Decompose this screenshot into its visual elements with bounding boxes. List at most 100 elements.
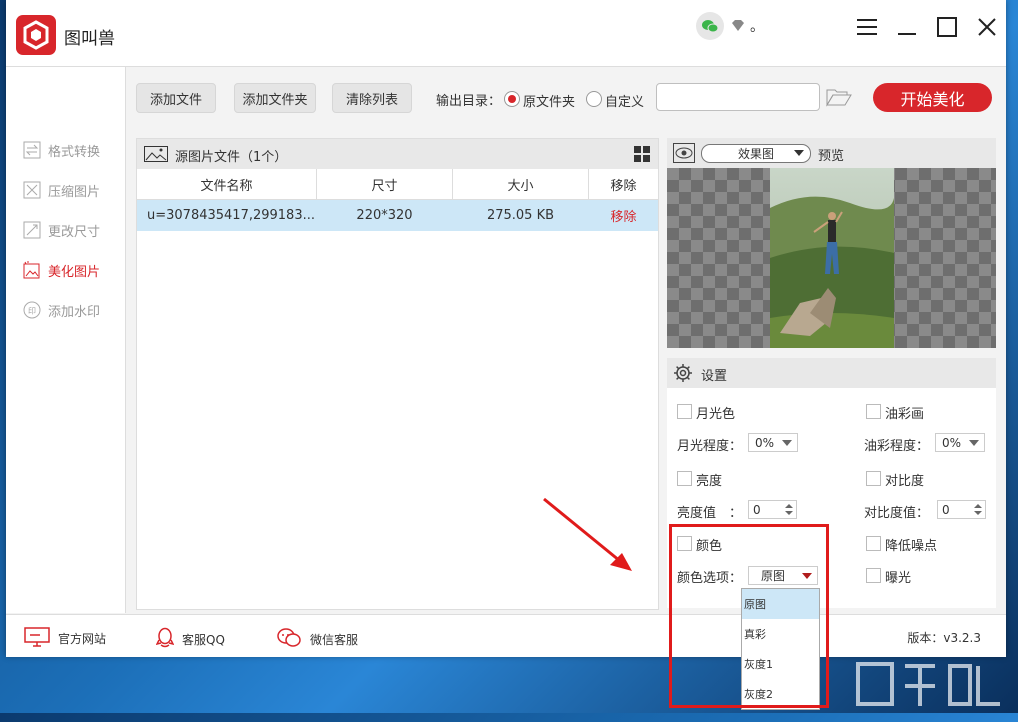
column-header-dimensions[interactable]: 尺寸 xyxy=(317,169,453,200)
sidebar-item-watermark[interactable]: 印 添加水印 xyxy=(22,299,122,321)
oil-level-value: 0% xyxy=(942,435,962,450)
chevron-down-icon xyxy=(802,573,812,579)
contrast-checkbox[interactable] xyxy=(866,471,881,486)
color-option-gray2[interactable]: 灰度2 xyxy=(742,679,819,709)
settings-header: 设置 xyxy=(667,358,996,388)
qq-icon xyxy=(155,627,175,652)
start-beautify-button[interactable]: 开始美化 xyxy=(873,83,992,112)
contrast-label[interactable]: 对比度 xyxy=(885,470,924,489)
grid-view-icon[interactable] xyxy=(634,146,650,166)
brightness-value: 0 xyxy=(753,502,761,517)
table-row[interactable]: u=3078435417,299183... 220*320 275.05 KB… xyxy=(137,200,658,231)
chevron-down-icon xyxy=(969,440,979,446)
sidebar-item-label: 更改尺寸 xyxy=(48,224,101,240)
official-website-label: 官方网站 xyxy=(58,632,107,646)
file-name-cell: u=3078435417,299183... xyxy=(147,208,315,223)
brightness-spinner[interactable]: 0 xyxy=(748,500,797,519)
moonlight-label[interactable]: 月光色 xyxy=(696,403,735,422)
color-checkbox[interactable] xyxy=(677,536,692,551)
moonlight-checkbox[interactable] xyxy=(677,404,692,419)
custom-folder-label[interactable]: 自定义 xyxy=(605,91,644,110)
monitor-icon xyxy=(24,627,50,650)
user-name[interactable]: 。 xyxy=(750,16,764,36)
eye-icon xyxy=(673,143,695,167)
output-path-input[interactable] xyxy=(656,83,820,111)
preview-mode-select[interactable]: 效果图 xyxy=(701,144,811,163)
exposure-checkbox[interactable] xyxy=(866,568,881,583)
svg-text:印: 印 xyxy=(28,307,36,316)
sidebar-item-label: 美化图片 xyxy=(48,264,101,280)
add-file-button[interactable]: 添加文件 xyxy=(136,83,216,113)
footer: 官方网站 客服QQ 微信客服 版本：v3.2.3 xyxy=(6,614,1006,657)
add-folder-button[interactable]: 添加文件夹 xyxy=(234,83,316,113)
column-header-size[interactable]: 大小 xyxy=(453,169,589,200)
sidebar-item-beautify[interactable]: 美化图片 xyxy=(22,259,122,281)
denoise-label[interactable]: 降低噪点 xyxy=(885,535,937,554)
oil-painting-label[interactable]: 油彩画 xyxy=(885,403,924,422)
color-option-label: 颜色选项： xyxy=(677,571,743,586)
minimize-icon[interactable] xyxy=(894,14,920,40)
wechat-icon[interactable] xyxy=(696,12,724,40)
compress-icon xyxy=(22,180,42,200)
watermark-icon: 印 xyxy=(22,300,42,320)
menu-icon[interactable] xyxy=(854,14,880,40)
brightness-label[interactable]: 亮度 xyxy=(696,470,722,489)
oil-level-select[interactable]: 0% xyxy=(935,433,985,452)
maximize-icon[interactable] xyxy=(934,14,960,40)
oil-painting-checkbox[interactable] xyxy=(866,404,881,419)
spinner-arrows-icon[interactable] xyxy=(784,502,794,517)
wechat-support-link[interactable]: 微信客服 xyxy=(276,627,358,652)
exposure-label[interactable]: 曝光 xyxy=(885,567,911,586)
sidebar: 格式转换 压缩图片 更改尺寸 美化图片 印 添加水印 xyxy=(6,67,126,613)
clear-list-button[interactable]: 清除列表 xyxy=(332,83,412,113)
vip-diamond-icon[interactable] xyxy=(730,18,746,38)
chevron-down-icon xyxy=(782,440,792,446)
file-list-header: 源图片文件（1个） xyxy=(137,139,658,169)
sidebar-item-compress[interactable]: 压缩图片 xyxy=(22,179,122,201)
file-dimensions-cell: 220*320 xyxy=(356,208,413,223)
wechat-support-icon xyxy=(276,627,302,652)
file-size-cell: 275.05 KB xyxy=(486,208,555,223)
preview-mode-value: 效果图 xyxy=(737,147,774,161)
color-option-original[interactable]: 原图 xyxy=(742,589,819,619)
close-icon[interactable] xyxy=(974,14,1000,40)
annotation-arrow-icon xyxy=(543,497,632,571)
spinner-arrows-icon[interactable] xyxy=(973,502,983,517)
title-bar: 图叫兽 。 xyxy=(6,0,1006,67)
gear-icon xyxy=(673,363,693,387)
column-header-filename[interactable]: 文件名称 xyxy=(137,169,317,200)
color-option-value: 原图 xyxy=(761,569,786,583)
color-label[interactable]: 颜色 xyxy=(696,535,722,554)
app-title: 图叫兽 xyxy=(64,29,115,49)
app-logo-icon xyxy=(16,15,56,55)
sidebar-item-format-convert[interactable]: 格式转换 xyxy=(22,139,122,161)
color-option-gray1[interactable]: 灰度1 xyxy=(742,649,819,679)
custom-folder-radio[interactable] xyxy=(586,91,602,107)
source-folder-label[interactable]: 原文件夹 xyxy=(523,91,575,110)
moonlight-level-select[interactable]: 0% xyxy=(748,433,798,452)
folder-open-icon[interactable] xyxy=(826,87,852,111)
brightness-checkbox[interactable] xyxy=(677,471,692,486)
output-dir-label: 输出目录： xyxy=(436,94,502,109)
wechat-support-label: 微信客服 xyxy=(310,633,359,647)
sidebar-item-label: 压缩图片 xyxy=(48,184,101,200)
sidebar-item-resize[interactable]: 更改尺寸 xyxy=(22,219,122,241)
denoise-checkbox[interactable] xyxy=(866,536,881,551)
preview-image xyxy=(770,168,894,348)
settings-title: 设置 xyxy=(701,369,728,384)
moonlight-level-label: 月光程度： xyxy=(677,439,743,454)
source-folder-radio[interactable] xyxy=(504,91,520,107)
app-window: 图叫兽 。 格式转换 压缩图片 更改尺寸 美化图片 印 添加水印 添加文件 添加… xyxy=(6,0,1006,657)
color-option-select[interactable]: 原图 xyxy=(748,566,818,585)
contrast-spinner[interactable]: 0 xyxy=(937,500,986,519)
color-option-truecolor[interactable]: 真彩 xyxy=(742,619,819,649)
official-website-link[interactable]: 官方网站 xyxy=(24,627,106,650)
convert-icon xyxy=(22,140,42,160)
remove-file-link[interactable]: 移除 xyxy=(589,200,658,231)
preview-label: 预览 xyxy=(818,149,845,164)
contrast-value-label: 对比度值： xyxy=(864,506,930,521)
brightness-value-label: 亮度值 ： xyxy=(677,506,743,521)
qq-support-link[interactable]: 客服QQ xyxy=(155,627,225,652)
qq-support-label: 客服QQ xyxy=(182,633,225,647)
sidebar-item-label: 添加水印 xyxy=(48,304,101,320)
